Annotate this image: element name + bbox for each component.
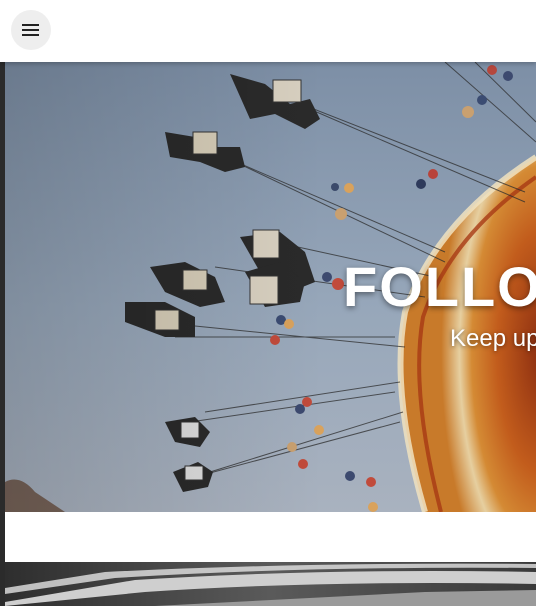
hero-banner: FOLLOW Keep up bbox=[5, 62, 536, 512]
secondary-image-section bbox=[5, 562, 536, 606]
rail-track-image bbox=[5, 562, 536, 606]
hero-subtitle: Keep up bbox=[450, 325, 536, 352]
hero-title: FOLLOW bbox=[343, 255, 536, 318]
page-edge-shadow bbox=[0, 62, 5, 606]
menu-button[interactable] bbox=[11, 10, 51, 50]
section-spacer bbox=[5, 512, 536, 562]
menu-icon bbox=[21, 23, 41, 37]
top-app-bar bbox=[0, 0, 536, 62]
